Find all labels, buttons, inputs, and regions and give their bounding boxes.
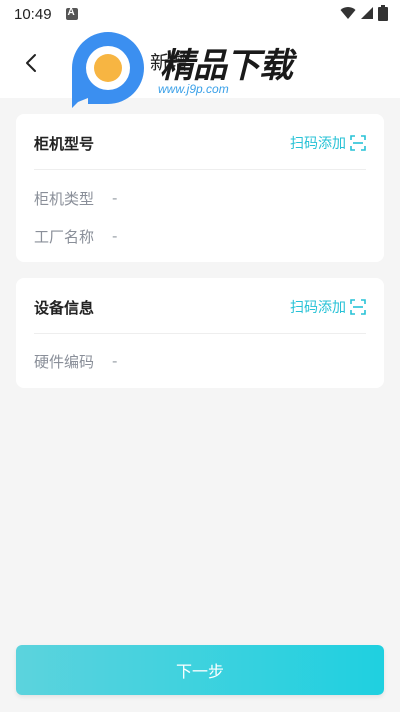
next-button[interactable]: 下一步 <box>16 645 384 695</box>
field-label: 柜机类型 <box>34 189 95 208</box>
card-title: 柜机型号 <box>34 135 95 153</box>
battery-icon <box>378 5 388 21</box>
status-bar: 10:49 <box>0 0 400 28</box>
field-label: 工厂名称 <box>34 227 95 246</box>
back-button[interactable] <box>16 48 46 78</box>
card-header: 柜机型号 扫码添加 <box>34 114 366 170</box>
scan-add-label: 扫码添加 <box>290 300 346 316</box>
wifi-icon <box>340 7 356 20</box>
screen: 10:49 新增 精品下载 <box>0 0 400 712</box>
scan-add-label: 扫码添加 <box>290 136 346 152</box>
scan-icon <box>350 299 366 315</box>
field-value: - <box>112 352 118 370</box>
field-factory-name: 工厂名称 - <box>34 217 366 255</box>
chevron-left-icon <box>26 54 36 72</box>
status-icons <box>340 5 388 21</box>
watermark-logo <box>72 32 144 108</box>
card-title: 设备信息 <box>34 299 95 317</box>
watermark-url: www.j9p.com <box>158 82 229 96</box>
field-cabinet-type: 柜机类型 - <box>34 179 366 217</box>
cabinet-model-card: 柜机型号 扫码添加 柜机类型 - 工厂名称 - <box>16 114 384 262</box>
device-info-card: 设备信息 扫码添加 硬件编码 - <box>16 278 384 388</box>
field-value: - <box>112 189 118 207</box>
scan-add-button[interactable]: 扫码添加 <box>290 133 366 153</box>
notification-icon <box>65 7 78 20</box>
field-label: 硬件编码 <box>34 352 95 371</box>
field-value: - <box>112 227 118 245</box>
card-header: 设备信息 扫码添加 <box>34 278 366 334</box>
field-hardware-code: 硬件编码 - <box>34 342 366 380</box>
signal-icon <box>361 7 373 19</box>
status-time: 10:49 <box>14 5 52 23</box>
scan-add-button[interactable]: 扫码添加 <box>290 297 366 317</box>
watermark: 精品下载 www.j9p.com <box>66 28 326 114</box>
scan-icon <box>350 135 366 151</box>
watermark-text: 精品下载 <box>160 46 293 86</box>
